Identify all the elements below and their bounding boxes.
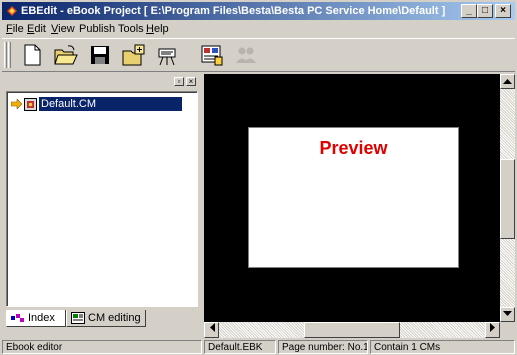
- preview-canvas[interactable]: Preview: [204, 74, 500, 322]
- project-tree: Default.CM: [6, 91, 198, 307]
- status-count: Contain 1 CMs: [370, 340, 515, 354]
- status-mode: Ebook editor: [2, 340, 202, 354]
- arrow-down-icon: [503, 311, 512, 316]
- preview-icon: [158, 48, 176, 66]
- scroll-up-button[interactable]: [500, 74, 515, 89]
- tree-item[interactable]: Default.CM: [11, 96, 182, 112]
- cm-file-icon: [24, 97, 37, 111]
- vertical-scroll-thumb[interactable]: [500, 159, 515, 239]
- status-bar: Ebook editor Default.EBK Page number: No…: [0, 339, 517, 355]
- minimize-button[interactable]: _: [461, 4, 477, 18]
- publish-button[interactable]: [198, 42, 226, 68]
- vertical-scrollbar[interactable]: [500, 74, 515, 322]
- save-disk-icon: [91, 46, 109, 64]
- cm-editing-icon: [71, 312, 85, 324]
- save-button[interactable]: [86, 42, 114, 68]
- preview-button[interactable]: [154, 42, 182, 68]
- status-page: Page number: No.1: [278, 340, 368, 354]
- preview-area: Preview: [204, 74, 515, 338]
- arrow-left-icon: [209, 323, 215, 332]
- publish-icon: [201, 45, 223, 66]
- new-button[interactable]: [18, 42, 46, 68]
- panel-restore-button[interactable]: ▫: [174, 77, 184, 86]
- open-folder-icon: [54, 45, 78, 65]
- horizontal-scrollbar[interactable]: [204, 322, 500, 338]
- project-panel: ▫ × Default.CM Index CM editing: [2, 74, 202, 328]
- app-window: EBEdit - eBook Project [ E:\Program File…: [0, 0, 517, 355]
- app-logo-icon: [5, 4, 19, 18]
- toolbar-grip[interactable]: [4, 42, 7, 68]
- menu-view[interactable]: View: [51, 22, 75, 36]
- horizontal-scroll-thumb[interactable]: [304, 322, 400, 338]
- menu-bar: File Edit View Publish Tools Help: [2, 21, 515, 37]
- tree-item-label: Default.CM: [39, 97, 182, 111]
- maximize-button[interactable]: □: [477, 4, 493, 18]
- preview-page[interactable]: Preview: [248, 127, 459, 268]
- scroll-corner: [500, 322, 515, 338]
- index-icon: [11, 314, 24, 322]
- arrow-right-icon: [11, 99, 22, 109]
- menu-publish[interactable]: Publish: [79, 22, 115, 36]
- users-button[interactable]: [232, 42, 260, 68]
- menu-tools[interactable]: Tools: [118, 22, 144, 36]
- tab-cm-editing[interactable]: CM editing: [66, 310, 146, 327]
- arrow-right-small-icon: [489, 323, 495, 332]
- preview-title: Preview: [319, 138, 388, 158]
- window-title: EBEdit - eBook Project [ E:\Program File…: [21, 5, 446, 17]
- toolbar-grip-2[interactable]: [8, 42, 11, 68]
- menu-file[interactable]: File: [6, 22, 24, 36]
- open-button[interactable]: [52, 42, 80, 68]
- new-document-icon: [24, 44, 41, 66]
- status-file: Default.EBK: [204, 340, 276, 354]
- scroll-down-button[interactable]: [500, 307, 515, 322]
- arrow-up-icon: [503, 79, 512, 84]
- tab-cm-editing-label: CM editing: [88, 312, 141, 324]
- tab-index[interactable]: Index: [6, 310, 66, 327]
- close-button[interactable]: ×: [495, 4, 511, 18]
- menu-edit[interactable]: Edit: [27, 22, 46, 36]
- scroll-left-button[interactable]: [204, 322, 219, 338]
- menu-help[interactable]: Help: [146, 22, 169, 36]
- users-icon: [236, 47, 256, 63]
- new-page-icon: [122, 44, 145, 66]
- title-bar[interactable]: EBEdit - eBook Project [ E:\Program File…: [2, 2, 515, 20]
- new-page-button[interactable]: [120, 42, 148, 68]
- scroll-right-button[interactable]: [485, 322, 500, 338]
- toolbar: [2, 38, 515, 72]
- tab-index-label: Index: [28, 312, 55, 324]
- panel-close-button[interactable]: ×: [186, 77, 196, 86]
